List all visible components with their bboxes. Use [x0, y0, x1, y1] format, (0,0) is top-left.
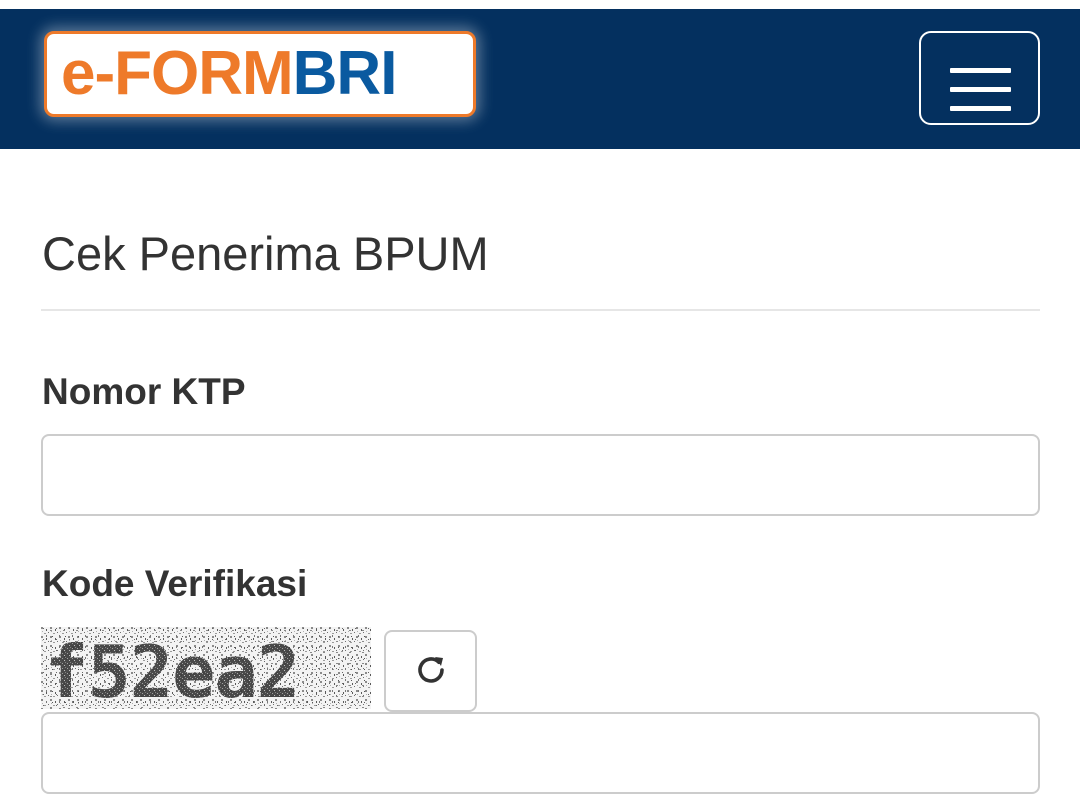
eformbri-logo[interactable]: e-FORM BRI — [44, 31, 476, 117]
captcha-image: f52ea2 — [41, 627, 371, 709]
menu-toggle-button[interactable] — [919, 31, 1040, 125]
ktp-label: Nomor KTP — [42, 371, 246, 412]
refresh-captcha-button[interactable] — [384, 630, 477, 712]
page-title: Cek Penerima BPUM — [42, 227, 489, 280]
logo-text-eform: e-FORM — [61, 39, 294, 108]
verification-code-input[interactable] — [41, 712, 1040, 794]
verification-label: Kode Verifikasi — [42, 563, 308, 604]
navbar: e-FORM BRI — [0, 9, 1080, 149]
status-strip — [0, 0, 1080, 9]
title-divider — [41, 309, 1040, 311]
logo-text-bri: BRI — [292, 39, 398, 108]
ktp-input[interactable] — [41, 434, 1040, 516]
captcha-text: f52ea2 — [45, 630, 299, 709]
refresh-icon — [413, 652, 449, 691]
